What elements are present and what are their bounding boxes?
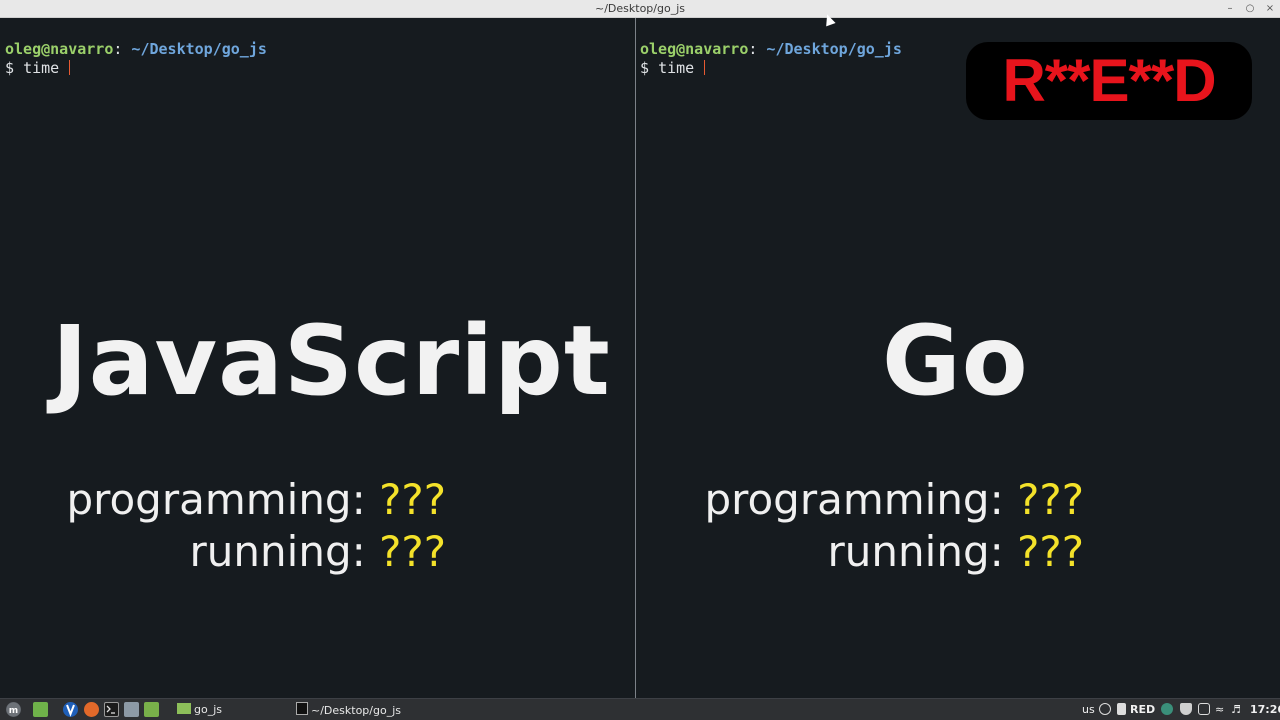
record-status: RED — [1130, 703, 1156, 716]
browser-icon[interactable] — [63, 702, 78, 717]
settings-icon[interactable] — [124, 702, 139, 717]
maximize-icon[interactable]: ○ — [1242, 1, 1258, 16]
prompt-symbol: $ — [5, 59, 24, 77]
programming-value: ??? — [379, 475, 446, 524]
shield-icon[interactable] — [1180, 703, 1192, 715]
prompt-path: ~/Desktop/go_js — [122, 40, 267, 58]
network-status-icon[interactable] — [1161, 703, 1173, 715]
firefox-icon[interactable] — [84, 702, 99, 717]
update-manager-icon[interactable] — [1198, 703, 1210, 715]
folder-icon — [177, 703, 191, 714]
command-text: time — [658, 59, 704, 77]
prompt-user-host: oleg@navarro — [640, 40, 749, 58]
terminal-icon — [296, 702, 308, 715]
programming-metric-left: programming: ??? — [0, 475, 446, 525]
language-title-javascript: JavaScript — [52, 305, 611, 417]
task-go-js[interactable]: go_js — [177, 702, 222, 718]
task-label: ~/Desktop/go_js — [311, 704, 401, 717]
window-title: ~/Desktop/go_js — [595, 2, 685, 15]
text-cursor — [69, 60, 71, 75]
minimize-icon[interactable]: – — [1222, 1, 1238, 16]
channel-logo: R**E**D — [970, 46, 1248, 116]
language-title-go: Go — [882, 305, 1029, 417]
window-titlebar[interactable]: ~/Desktop/go_js – ○ × — [0, 0, 1280, 18]
programming-metric-right: programming: ??? — [636, 475, 1084, 525]
keyboard-layout[interactable]: us — [1082, 702, 1095, 718]
taskbar: m go_js ~/Desktop/go_js us RED ≈ ♬ 17:26 — [0, 698, 1280, 720]
task-terminal[interactable]: ~/Desktop/go_js — [296, 702, 401, 718]
programming-value: ??? — [1017, 475, 1084, 524]
prompt-symbol: $ — [640, 59, 659, 77]
running-metric-left: running: ??? — [0, 527, 446, 577]
text-cursor — [704, 60, 706, 75]
running-label: running: — [189, 527, 380, 576]
files-icon[interactable] — [144, 702, 159, 717]
running-metric-right: running: ??? — [636, 527, 1084, 577]
programming-label: programming: — [66, 475, 380, 524]
mint-menu-icon[interactable]: m — [6, 702, 21, 717]
svg-text:m: m — [9, 706, 18, 716]
clock-applet-icon[interactable] — [1099, 703, 1111, 715]
wifi-icon[interactable]: ≈ — [1215, 702, 1224, 718]
terminal-pane-left[interactable]: oleg@navarro: ~/Desktop/go_js $ time Jav… — [0, 18, 635, 698]
show-desktop-icon[interactable] — [33, 702, 48, 717]
running-label: running: — [827, 527, 1018, 576]
programming-label: programming: — [704, 475, 1018, 524]
clock[interactable]: 17:26 — [1250, 702, 1280, 718]
terminal-output-right: oleg@navarro: ~/Desktop/go_js $ time — [640, 40, 902, 78]
prompt-user-host: oleg@navarro — [5, 40, 114, 58]
volume-icon[interactable]: ♬ — [1231, 702, 1241, 718]
running-value: ??? — [379, 527, 446, 576]
record-icon[interactable] — [1117, 703, 1126, 715]
running-value: ??? — [1017, 527, 1084, 576]
close-icon[interactable]: × — [1262, 1, 1278, 16]
command-text: time — [23, 59, 69, 77]
terminal-output-left: oleg@navarro: ~/Desktop/go_js $ time — [5, 40, 267, 78]
prompt-path: ~/Desktop/go_js — [757, 40, 902, 58]
task-label: go_js — [194, 703, 222, 716]
terminal-pane-right[interactable]: oleg@navarro: ~/Desktop/go_js $ time Go … — [636, 18, 1280, 698]
logo-text: R**E**D — [1002, 47, 1216, 114]
terminal-icon[interactable] — [104, 702, 119, 717]
